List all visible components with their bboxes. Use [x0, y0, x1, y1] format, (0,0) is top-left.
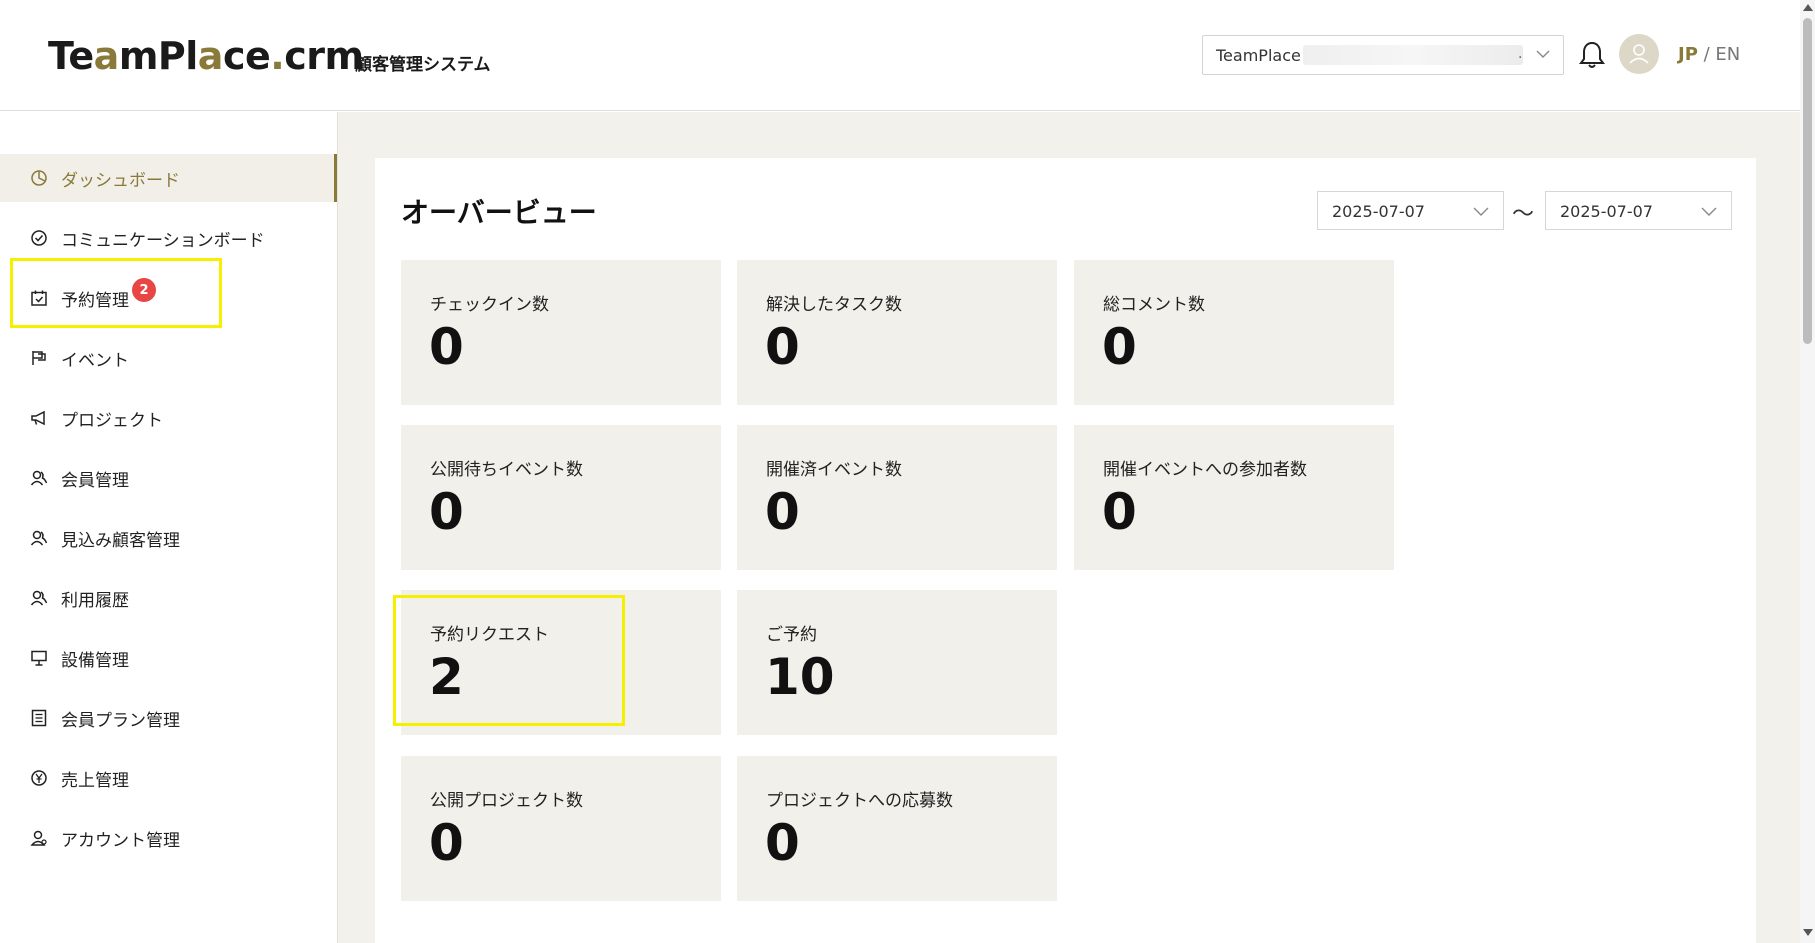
megaphone-icon: [31, 410, 45, 426]
sidebar-item-facilities[interactable]: 設備管理: [0, 634, 337, 682]
sidebar-item-label: コミュニケーションボード: [61, 230, 265, 251]
stat-value: 0: [1102, 483, 1137, 541]
stat-card-event-participants[interactable]: 開催イベントへの参加者数 0: [1074, 425, 1394, 570]
sidebar-item-label: プロジェクト: [61, 410, 163, 431]
stat-value: 0: [765, 318, 800, 376]
app-subtitle: 顧客管理システム: [355, 55, 491, 75]
sidebar-item-label: 設備管理: [61, 650, 129, 671]
stat-card-pending-events[interactable]: 公開待ちイベント数 0: [401, 425, 721, 570]
stat-label: チェックイン数: [430, 295, 549, 315]
sidebar-item-accounts[interactable]: アカウント管理: [0, 814, 337, 862]
user-icon: [1629, 44, 1649, 64]
date-from-input[interactable]: 2025-07-07: [1317, 191, 1504, 230]
highlight-box-reservations-menu: [10, 258, 222, 328]
scroll-thumb[interactable]: [1803, 18, 1812, 344]
stat-card-public-projects[interactable]: 公開プロジェクト数 0: [401, 756, 721, 901]
stat-label: 開催イベントへの参加者数: [1103, 460, 1307, 480]
sidebar-item-label: 利用履歴: [61, 590, 129, 611]
sidebar-item-sales[interactable]: 売上管理: [0, 754, 337, 802]
stat-value: 0: [429, 814, 464, 872]
stat-card-checkins[interactable]: チェックイン数 0: [401, 260, 721, 405]
sidebar-item-label: 会員管理: [61, 470, 129, 491]
stat-card-reservations[interactable]: ご予約 10: [737, 590, 1057, 735]
chevron-down-icon: [1473, 207, 1489, 216]
stat-label: プロジェクトへの応募数: [766, 791, 953, 811]
yen-circle-icon: [31, 770, 47, 786]
users-icon: [30, 590, 48, 606]
chevron-down-icon: [1536, 50, 1550, 58]
sidebar-item-label: イベント: [61, 350, 129, 371]
stat-label: 開催済イベント数: [766, 460, 902, 480]
stat-card-held-events[interactable]: 開催済イベント数 0: [737, 425, 1057, 570]
list-icon: [31, 709, 47, 727]
sidebar-item-member-plans[interactable]: 会員プラン管理: [0, 694, 337, 742]
stat-value: 0: [429, 318, 464, 376]
sidebar-item-dashboard[interactable]: ダッシュボード: [0, 154, 337, 202]
tenant-select[interactable]: TeamPlace .: [1202, 35, 1564, 75]
app-header: TeamPlace.crm 顧客管理システム TeamPlace . JP / …: [0, 0, 1800, 111]
users-icon: [30, 470, 48, 486]
stat-label: 総コメント数: [1103, 295, 1205, 315]
page-scrollbar[interactable]: [1800, 0, 1815, 943]
stat-card-total-comments[interactable]: 総コメント数 0: [1074, 260, 1394, 405]
date-to-value: 2025-07-07: [1560, 202, 1653, 221]
redacted-tenant-name: [1303, 45, 1523, 65]
sidebar-item-events[interactable]: イベント: [0, 334, 337, 382]
language-switcher: JP / EN: [1678, 44, 1741, 65]
stat-value: 0: [429, 483, 464, 541]
sidebar-item-label: ダッシュボード: [61, 170, 180, 191]
stat-card-project-applications[interactable]: プロジェクトへの応募数 0: [737, 756, 1057, 901]
lang-en-link[interactable]: EN: [1715, 44, 1740, 65]
flag-icon: [32, 351, 46, 365]
stat-label: 公開待ちイベント数: [430, 460, 583, 480]
sidebar-item-label: 会員プラン管理: [61, 710, 180, 731]
app-logo[interactable]: TeamPlace.crm: [48, 34, 364, 78]
sidebar: ダッシュボード コミュニケーションボード 予約管理 2 イベント プロジェクト …: [0, 112, 337, 943]
sidebar-item-label: 売上管理: [61, 770, 129, 791]
user-gear-icon: [30, 830, 47, 846]
date-range-separator: 〜: [1512, 202, 1535, 227]
bell-icon[interactable]: [1579, 40, 1605, 70]
page-title: オーバービュー: [401, 196, 597, 229]
scroll-down-arrow-icon[interactable]: [1803, 929, 1813, 936]
stat-value: 0: [1102, 318, 1137, 376]
stat-card-resolved-tasks[interactable]: 解決したタスク数 0: [737, 260, 1057, 405]
date-to-input[interactable]: 2025-07-07: [1545, 191, 1732, 230]
date-from-value: 2025-07-07: [1332, 202, 1425, 221]
highlight-box-reservation-requests-card: [393, 595, 625, 726]
stat-value: 0: [765, 483, 800, 541]
users-icon: [30, 530, 48, 546]
sidebar-item-communication-board[interactable]: コミュニケーションボード: [0, 214, 337, 262]
sidebar-item-usage-history[interactable]: 利用履歴: [0, 574, 337, 622]
chevron-down-icon: [1701, 207, 1717, 216]
sidebar-item-label: 見込み顧客管理: [61, 530, 180, 551]
stat-value: 0: [765, 814, 800, 872]
lang-jp-link[interactable]: JP: [1678, 44, 1698, 65]
pie-chart-icon: [31, 170, 47, 186]
sidebar-item-prospects[interactable]: 見込み顧客管理: [0, 514, 337, 562]
stat-label: 解決したタスク数: [766, 295, 902, 315]
check-circle-icon: [31, 230, 47, 246]
sidebar-item-members[interactable]: 会員管理: [0, 454, 337, 502]
stat-label: 公開プロジェクト数: [430, 791, 583, 811]
sidebar-item-projects[interactable]: プロジェクト: [0, 394, 337, 442]
presentation-icon: [31, 650, 47, 666]
stat-value: 10: [765, 648, 835, 706]
stat-label: ご予約: [766, 625, 817, 645]
scroll-up-arrow-icon[interactable]: [1803, 4, 1813, 11]
user-avatar[interactable]: [1619, 34, 1659, 74]
tenant-select-value: TeamPlace: [1216, 46, 1301, 65]
sidebar-item-label: アカウント管理: [61, 830, 180, 851]
tenant-select-suffix: .: [1518, 46, 1523, 62]
